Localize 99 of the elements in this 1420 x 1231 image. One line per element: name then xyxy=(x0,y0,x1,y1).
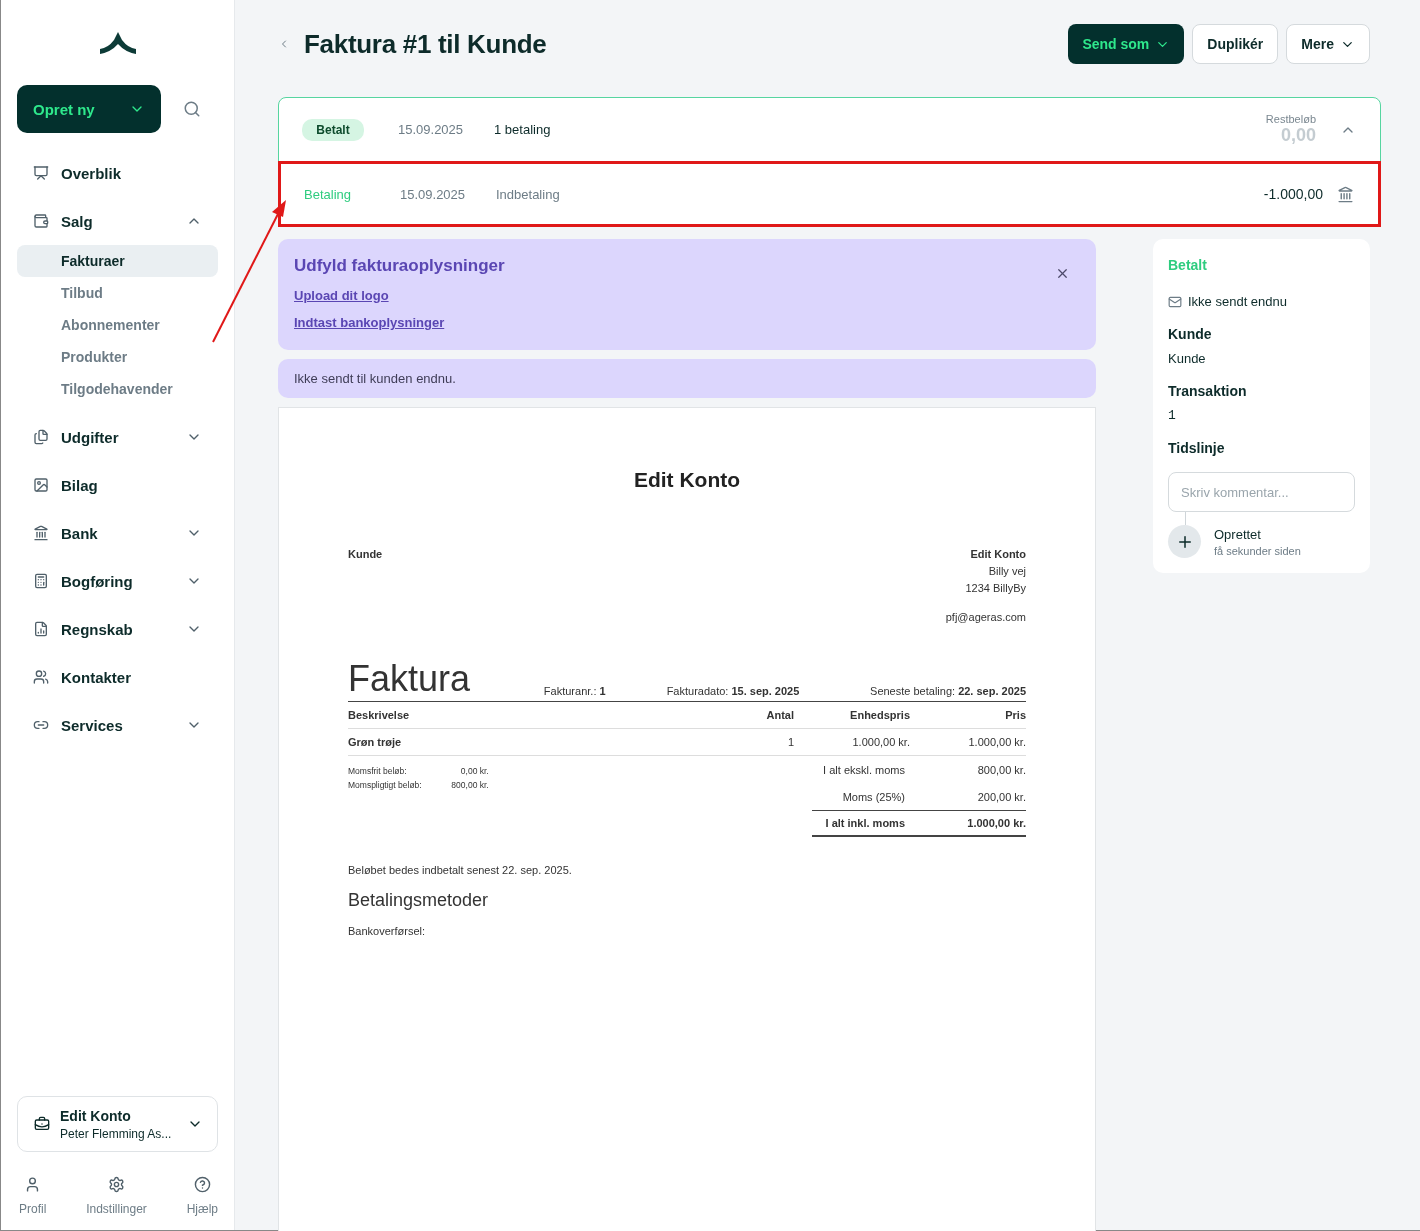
vat-label: Momsfrit beløb: xyxy=(348,766,408,776)
calculator-icon xyxy=(33,573,49,589)
presentation-icon xyxy=(33,165,49,181)
nav-item[interactable]: Udgifter xyxy=(17,421,218,453)
notice-link[interactable]: Indtast bankoplysninger xyxy=(294,315,445,330)
payment-type: Betaling xyxy=(304,186,352,202)
invoice-meta: Seneste betaling: 22. sep. 2025 xyxy=(869,685,1026,697)
close-button[interactable] xyxy=(1055,266,1070,281)
sender-address: Billy vej xyxy=(988,565,1026,577)
sender-email: pfj@ageras.com xyxy=(945,611,1026,623)
detail-label: Kunde xyxy=(1168,326,1213,342)
nav-subitem[interactable]: Tilgodehavender xyxy=(17,373,218,405)
mail-icon xyxy=(1168,294,1182,309)
vat-value: 0,00 kr. xyxy=(459,766,489,776)
event-title: Oprettet xyxy=(1214,526,1262,542)
action-button[interactable]: Duplikér xyxy=(1192,24,1279,64)
column-header: Enhedspris xyxy=(849,709,910,721)
bank-icon xyxy=(1337,185,1354,203)
status-date: 15.09.2025 xyxy=(398,122,465,137)
column-header: Antal xyxy=(765,709,794,721)
comment-field[interactable]: Skriv kommentar... xyxy=(1168,472,1355,512)
search-button[interactable] xyxy=(183,100,201,118)
invoice-company-title: Edit Konto xyxy=(632,468,742,492)
nav-item[interactable]: Bank xyxy=(17,517,218,549)
page-title: Faktura #1 til Kunde xyxy=(304,28,548,60)
vat-value: 800,00 kr. xyxy=(450,780,489,790)
sender-address: 1234 BillyBy xyxy=(965,582,1026,594)
table-cell-text: 1 xyxy=(786,736,794,748)
payment-description: Indbetaling xyxy=(496,186,561,202)
due-text: Beløbet bedes indbetalt senest 22. sep. 2025. xyxy=(348,864,573,876)
column-header: Beskrivelse xyxy=(348,709,411,721)
detail-label: Transaktion xyxy=(1168,383,1248,399)
payment-methods-heading: Betalingsmetoder xyxy=(348,890,490,911)
event-time: få sekunder siden xyxy=(1214,544,1301,557)
files-icon xyxy=(33,429,49,445)
detail-value: 1 xyxy=(1168,408,1177,423)
payment-method: Bankoverførsel: xyxy=(348,925,427,937)
nav-subitem[interactable]: Produkter xyxy=(17,341,218,373)
nav-item[interactable]: Regnskab xyxy=(17,613,218,645)
footer-link[interactable]: Hjælp xyxy=(186,1176,218,1216)
action-button[interactable]: Mere xyxy=(1286,24,1370,64)
report-icon xyxy=(33,621,49,637)
nav-subitem[interactable]: Fakturaer xyxy=(17,245,218,277)
nav-item[interactable]: Salg xyxy=(17,205,218,237)
info-banner: Ikke sendt til kunden endnu. xyxy=(278,359,1096,398)
table-cell-text: 1.000,00 kr. xyxy=(851,736,910,748)
image-icon xyxy=(33,477,49,493)
nav-item[interactable]: Bogføring xyxy=(17,565,218,597)
footer-link[interactable]: Profil xyxy=(19,1176,47,1216)
logo-icon xyxy=(99,32,136,54)
nav-item[interactable]: Bilag xyxy=(17,469,218,501)
account-subtitle: Peter Flemming As... xyxy=(60,1126,173,1141)
invoice-heading: Faktura xyxy=(348,661,472,697)
notice-title: Udfyld fakturaoplysninger xyxy=(294,256,505,276)
total-value: 1.000,00 kr. xyxy=(967,817,1026,829)
nav-item[interactable]: Services xyxy=(17,709,218,741)
briefcase-icon xyxy=(34,1116,50,1132)
table-cell-text: 1.000,00 kr. xyxy=(967,736,1026,748)
footer-link[interactable]: Indstillinger xyxy=(86,1176,147,1216)
timeline-label: Tidslinje xyxy=(1168,440,1226,456)
settings-icon xyxy=(108,1176,125,1193)
invoice-meta: Fakturadato: 15. sep. 2025 xyxy=(665,685,800,697)
nav-item[interactable]: Kontakter xyxy=(17,661,218,693)
remaining-amount: 0,00 xyxy=(1280,125,1316,146)
plus-icon xyxy=(1168,525,1201,558)
sender-name: Edit Konto xyxy=(970,548,1026,560)
users-icon xyxy=(33,669,49,685)
total-value: 200,00 kr. xyxy=(977,790,1026,803)
search-icon xyxy=(183,100,201,118)
total-label: I alt ekskl. moms xyxy=(822,763,905,776)
payment-count: 1 betaling xyxy=(494,122,552,137)
payment-date: 15.09.2025 xyxy=(400,186,467,202)
payment-amount: -1.000,00 xyxy=(1263,186,1323,202)
nav-item[interactable]: Overblik xyxy=(17,157,218,189)
notice-link[interactable]: Upload dit logo xyxy=(294,288,389,303)
wallet-icon xyxy=(33,213,49,229)
account-switcher[interactable]: Edit Konto Peter Flemming As... xyxy=(17,1096,218,1152)
account-name: Edit Konto xyxy=(60,1107,132,1124)
vat-label: Momspligtigt beløb: xyxy=(348,780,422,790)
action-button[interactable]: Send som xyxy=(1068,24,1185,64)
bank-icon xyxy=(33,525,49,541)
invoice-status: Betalt xyxy=(1168,257,1208,273)
close-icon xyxy=(1055,266,1070,281)
sent-status: Ikke sendt endnu xyxy=(1188,294,1288,309)
remaining-label: Restbeløb xyxy=(1265,113,1316,125)
help-icon xyxy=(193,1176,211,1193)
create-new-button[interactable]: Opret ny xyxy=(17,85,161,133)
column-header: Pris xyxy=(1004,709,1026,721)
payment-row[interactable]: Betaling 15.09.2025 Indbetaling -1.000,00 xyxy=(278,161,1381,227)
status-badge: Betalt xyxy=(302,118,364,141)
invoice-meta: Fakturanr.: 1 xyxy=(542,685,606,697)
total-label: Moms (25%) xyxy=(841,790,905,803)
detail-value: Kunde xyxy=(1168,351,1207,366)
customer-name: Kunde xyxy=(348,548,383,562)
table-cell-text: Grøn trøje xyxy=(348,736,403,748)
total-label: I alt inkl. moms xyxy=(824,817,905,829)
nav-subitem[interactable]: Tilbud xyxy=(17,277,218,309)
nav-subitem[interactable]: Abonnementer xyxy=(17,309,218,341)
total-value: 800,00 kr. xyxy=(977,763,1026,776)
